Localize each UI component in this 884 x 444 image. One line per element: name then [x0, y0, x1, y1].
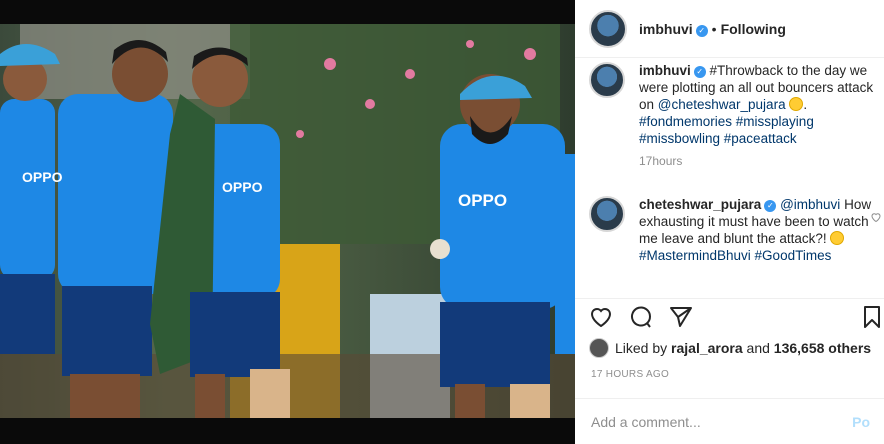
liker-username[interactable]: rajal_arora [671, 340, 743, 356]
caption-body: imbhuvi ✓ #Throwback to the day we were p… [639, 62, 879, 170]
post-comment-button[interactable]: Po [852, 414, 870, 430]
smile-emoji-icon [789, 97, 804, 111]
jersey-text-1: OPPO [22, 169, 63, 185]
caption-time: 17hours [639, 154, 683, 168]
heart-icon[interactable] [589, 305, 613, 329]
grin-emoji-icon [830, 231, 845, 245]
post-header: imbhuvi ✓ • Following [575, 0, 884, 58]
reply-hashtags[interactable]: #MastermindBhuvi #GoodTimes [639, 248, 831, 263]
post-photo[interactable]: OPPO OPPO OPPO [0, 24, 575, 418]
comment-input[interactable] [591, 413, 853, 430]
author-avatar[interactable] [589, 9, 627, 48]
photo-illustration: OPPO OPPO OPPO [0, 24, 575, 418]
reply-comment: cheteshwar_pujara ✓ @imbhuvi How exhausti… [589, 196, 879, 264]
verified-badge-icon: ✓ [764, 200, 777, 212]
post-timestamp[interactable]: 17 HOURS AGO [591, 369, 669, 380]
jersey-text-3: OPPO [458, 191, 507, 210]
reply-username[interactable]: cheteshwar_pujara [639, 197, 761, 212]
reply-avatar[interactable] [589, 196, 625, 232]
likes-count[interactable]: 136,658 others [774, 340, 871, 356]
verified-badge-icon: ✓ [693, 66, 706, 78]
likes-prefix: Liked by [615, 340, 668, 356]
bookmark-icon[interactable] [860, 305, 884, 329]
post-side-panel: imbhuvi ✓ • Following imbhuvi ✓ #Throwback t… [575, 0, 884, 444]
separator-dot: • [711, 20, 717, 37]
action-bar [575, 298, 884, 334]
caption-username[interactable]: imbhuvi [639, 63, 691, 78]
jersey-text-2: OPPO [222, 179, 263, 195]
comment-like-heart-icon[interactable] [870, 211, 882, 223]
caption-mention-link[interactable]: @cheteshwar_pujara [658, 97, 786, 112]
caption-avatar[interactable] [589, 62, 625, 98]
following-button[interactable]: Following [721, 21, 786, 37]
share-icon[interactable] [669, 305, 693, 329]
verified-badge-icon: ✓ [695, 24, 708, 37]
likes-summary: Liked by rajal_arora and 136,658 others [589, 338, 871, 358]
caption-comment: imbhuvi ✓ #Throwback to the day we were p… [589, 62, 879, 170]
liker-avatar[interactable] [589, 338, 609, 358]
comments-list: imbhuvi ✓ #Throwback to the day we were p… [575, 58, 884, 298]
likes-joiner: and [746, 340, 770, 356]
header-text: imbhuvi ✓ • Following [639, 21, 786, 37]
add-comment-bar: Po [575, 398, 884, 444]
caption-hashtags[interactable]: #fondmemories #missplaying #missbowling … [639, 114, 814, 146]
comment-icon[interactable] [629, 305, 653, 329]
photo-pane: OPPO OPPO OPPO [0, 0, 575, 444]
reply-mention-link[interactable]: @imbhuvi [780, 197, 840, 212]
reply-body: cheteshwar_pujara ✓ @imbhuvi How exhausti… [639, 196, 879, 264]
author-username[interactable]: imbhuvi [639, 21, 693, 37]
